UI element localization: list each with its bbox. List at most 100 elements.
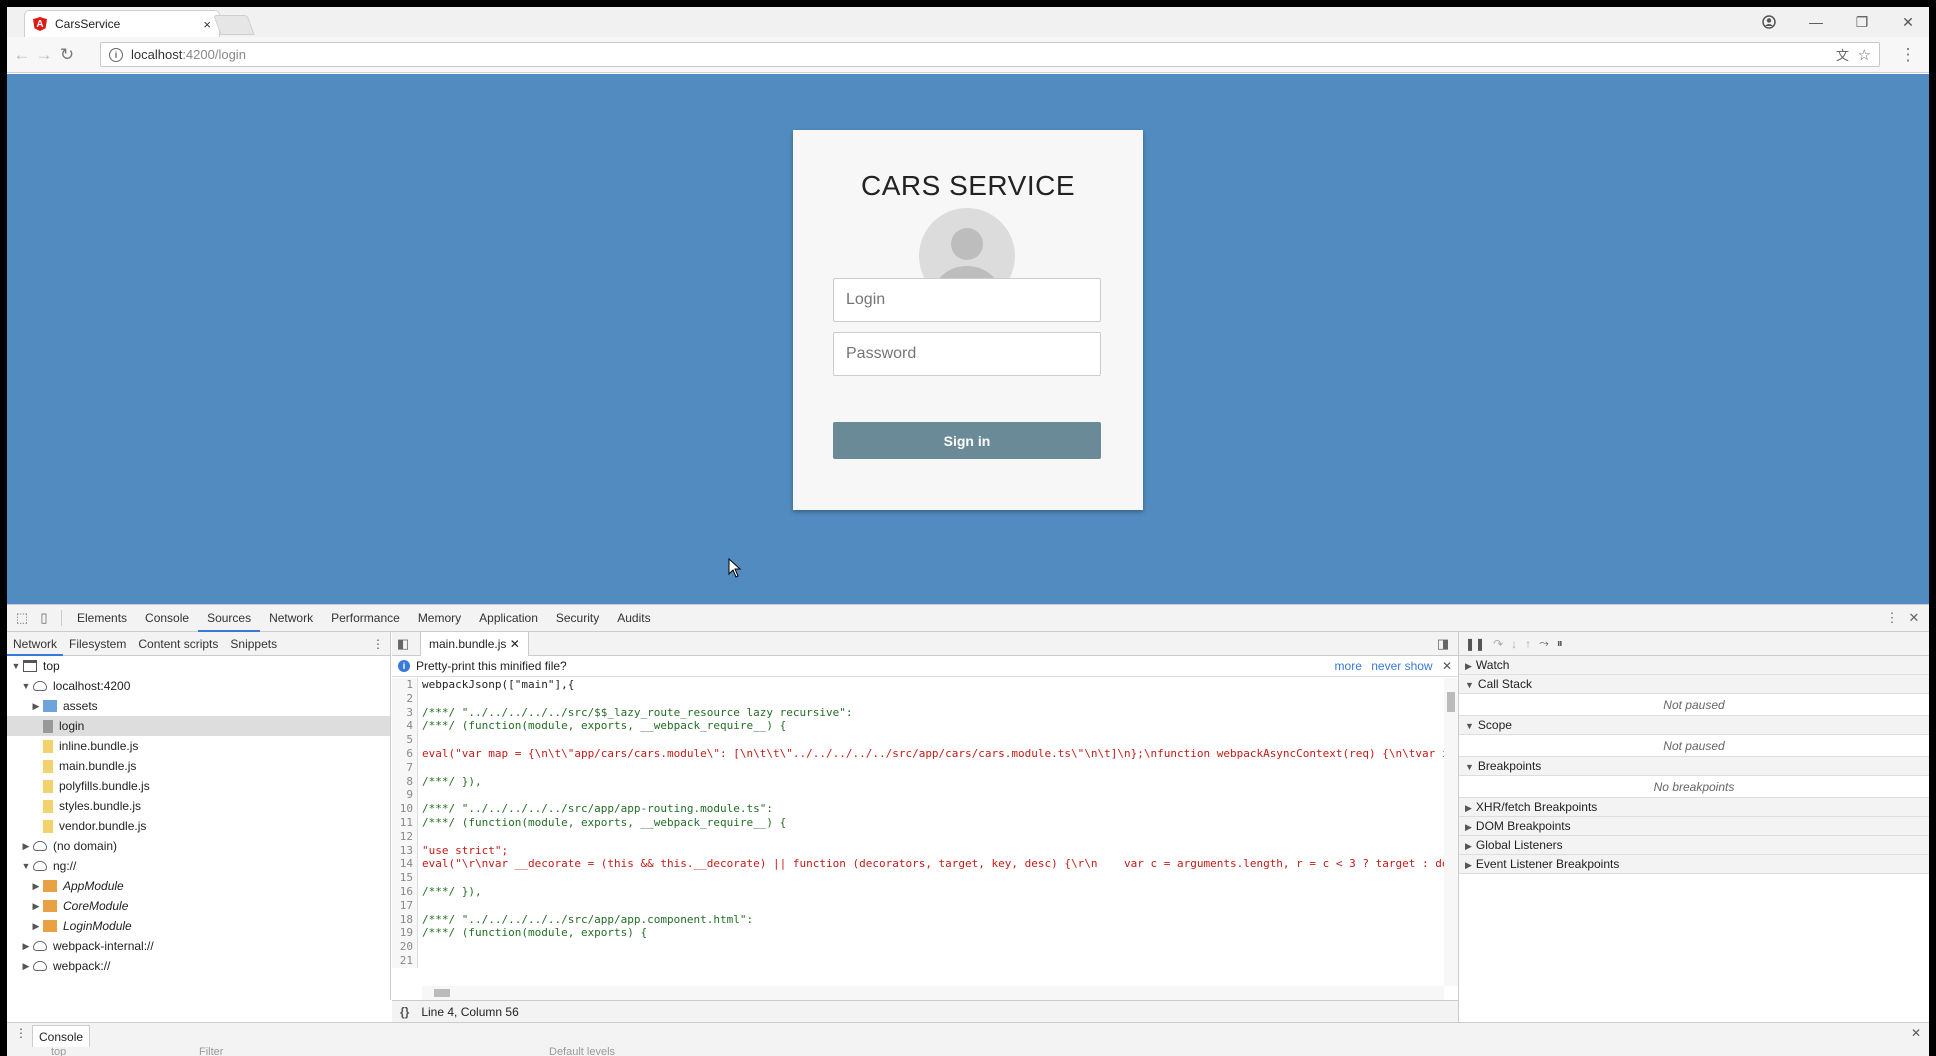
line-number[interactable]: 16 bbox=[392, 884, 418, 899]
code-line[interactable]: 10 /***/ "../../../../../src/app/app-rout… bbox=[392, 802, 1444, 816]
event-listener-breakpoints-section[interactable]: ▶ Event Listener Breakpoints bbox=[1459, 855, 1929, 874]
line-number[interactable]: 1 bbox=[392, 678, 418, 692]
code-line[interactable]: 13 "use strict"; bbox=[392, 843, 1444, 858]
devtools-tab-performance[interactable]: Performance bbox=[322, 605, 409, 632]
code-line[interactable]: 20 bbox=[392, 940, 1444, 954]
navigator-tab-content-scripts[interactable]: Content scripts bbox=[132, 637, 224, 651]
tree-item[interactable]: ▶ (no domain) bbox=[7, 836, 390, 856]
scope-section[interactable]: ▼ Scope bbox=[1459, 716, 1929, 735]
line-number[interactable]: 8 bbox=[392, 774, 418, 789]
line-number[interactable]: 7 bbox=[392, 760, 418, 775]
code-line[interactable]: 6 eval("var map = {\n\t\"app/cars/cars.mo… bbox=[392, 746, 1444, 761]
minimize-icon[interactable]: — bbox=[1798, 7, 1834, 37]
devtools-tab-security[interactable]: Security bbox=[547, 605, 608, 632]
devtools-menu-icon[interactable]: ⋮ bbox=[1881, 607, 1903, 629]
code-line[interactable]: 11 /***/ (function(module, exports, __web… bbox=[392, 815, 1444, 830]
drawer-close-icon[interactable]: ✕ bbox=[1911, 1026, 1921, 1040]
inspect-element-icon[interactable]: ⬚ bbox=[11, 607, 33, 629]
tab-close-icon[interactable]: × bbox=[203, 17, 211, 32]
code-line[interactable]: 18 /***/ "../../../../../src/app/app.comp… bbox=[392, 912, 1444, 927]
line-number[interactable]: 14 bbox=[392, 857, 418, 872]
code-line[interactable]: 7 bbox=[392, 760, 1444, 775]
tree-toggle-icon[interactable]: ▶ bbox=[31, 881, 41, 892]
toggle-debugger-icon[interactable]: ◨ bbox=[1432, 633, 1454, 655]
console-context[interactable]: top bbox=[51, 1046, 66, 1056]
code-line[interactable]: 3 /***/ "../../../../../src/$$_lazy_route… bbox=[392, 705, 1444, 720]
tree-toggle-icon[interactable]: ▶ bbox=[31, 901, 41, 912]
drawer-menu-icon[interactable]: ⋮ bbox=[15, 1026, 27, 1040]
line-number[interactable]: 15 bbox=[392, 871, 418, 885]
line-number[interactable]: 13 bbox=[392, 843, 418, 858]
infobar-close-icon[interactable]: ✕ bbox=[1442, 659, 1452, 673]
site-info-icon[interactable]: i bbox=[109, 47, 123, 62]
pretty-print-icon[interactable]: {} bbox=[400, 1005, 409, 1019]
code-line[interactable]: 4 /***/ (function(module, exports, __webp… bbox=[392, 719, 1444, 734]
translate-icon[interactable]: ⽂ bbox=[1836, 45, 1849, 64]
browser-tab[interactable]: A CarsService × bbox=[24, 10, 220, 37]
bookmark-star-icon[interactable]: ☆ bbox=[1858, 46, 1871, 64]
call-stack-section[interactable]: ▼ Call Stack bbox=[1459, 675, 1929, 694]
devtools-close-icon[interactable]: ✕ bbox=[1903, 607, 1925, 629]
line-number[interactable]: 4 bbox=[392, 719, 418, 734]
tree-toggle-icon[interactable]: ▶ bbox=[31, 701, 41, 712]
line-number[interactable]: 2 bbox=[392, 691, 418, 706]
breakpoints-section[interactable]: ▼ Breakpoints bbox=[1459, 757, 1929, 776]
tree-item[interactable]: vendor.bundle.js bbox=[7, 816, 390, 836]
code-line[interactable]: 1 webpackJsonp(["main"],{ bbox=[392, 678, 1444, 692]
new-tab-button[interactable] bbox=[213, 15, 255, 35]
tree-item[interactable]: ▶ webpack-internal:// bbox=[7, 936, 390, 956]
navigator-menu-icon[interactable]: ⋮ bbox=[366, 637, 390, 651]
tree-item[interactable]: ▶ AppModule bbox=[7, 876, 390, 896]
line-number[interactable]: 5 bbox=[392, 733, 418, 747]
code-line[interactable]: 8 /***/ }), bbox=[392, 774, 1444, 789]
dom-breakpoints-section[interactable]: ▶ DOM Breakpoints bbox=[1459, 817, 1929, 836]
device-toolbar-icon[interactable]: ▯ bbox=[33, 607, 55, 629]
navigator-tab-network[interactable]: Network bbox=[7, 632, 64, 656]
tree-toggle-icon[interactable]: ▼ bbox=[21, 681, 31, 691]
line-number[interactable]: 10 bbox=[392, 802, 418, 816]
tree-item[interactable]: ▼ localhost:4200 bbox=[7, 676, 390, 696]
code-lines[interactable]: 1 webpackJsonp(["main"],{2 3 /***/ "../../.… bbox=[392, 678, 1444, 986]
code-line[interactable]: 5 bbox=[392, 733, 1444, 747]
password-input[interactable] bbox=[833, 332, 1101, 376]
reload-icon[interactable]: ↻ bbox=[56, 44, 78, 66]
line-number[interactable]: 11 bbox=[392, 815, 418, 830]
xhr-breakpoints-section[interactable]: ▶ XHR/fetch Breakpoints bbox=[1459, 798, 1929, 817]
code-line[interactable]: 12 bbox=[392, 829, 1444, 844]
line-number[interactable]: 9 bbox=[392, 788, 418, 803]
global-listeners-section[interactable]: ▶ Global Listeners bbox=[1459, 836, 1929, 855]
devtools-tab-memory[interactable]: Memory bbox=[409, 605, 470, 632]
tree-item[interactable]: styles.bundle.js bbox=[7, 796, 390, 816]
code-line[interactable]: 19 /***/ (function(module, exports) { bbox=[392, 926, 1444, 941]
code-line[interactable]: 15 bbox=[392, 871, 1444, 885]
console-filter[interactable]: Filter bbox=[199, 1046, 223, 1056]
sign-in-button[interactable]: Sign in bbox=[833, 422, 1101, 459]
tree-item[interactable]: polyfills.bundle.js bbox=[7, 776, 390, 796]
restore-icon[interactable]: ❐ bbox=[1844, 7, 1880, 37]
console-levels[interactable]: Default levels bbox=[549, 1046, 615, 1056]
tree-toggle-icon[interactable]: ▶ bbox=[21, 841, 31, 852]
menu-kebab-icon[interactable]: ⋮ bbox=[1897, 44, 1919, 66]
infobar-never-show-link[interactable]: never show bbox=[1371, 659, 1432, 673]
devtools-tab-application[interactable]: Application bbox=[470, 605, 547, 632]
tree-item[interactable]: ▼ top bbox=[7, 656, 390, 676]
tree-item[interactable]: ▶ assets bbox=[7, 696, 390, 716]
code-line[interactable]: 9 bbox=[392, 788, 1444, 803]
devtools-tab-audits[interactable]: Audits bbox=[608, 605, 659, 632]
code-line[interactable]: 16 /***/ }), bbox=[392, 884, 1444, 899]
line-number[interactable]: 18 bbox=[392, 912, 418, 927]
line-number[interactable]: 12 bbox=[392, 829, 418, 844]
horizontal-scrollbar[interactable] bbox=[422, 986, 1444, 1000]
infobar-more-link[interactable]: more bbox=[1335, 659, 1362, 673]
line-number[interactable]: 19 bbox=[392, 926, 418, 941]
tree-item[interactable]: ▶ webpack:// bbox=[7, 956, 390, 976]
step-out-icon[interactable]: ↑ bbox=[1525, 637, 1531, 651]
back-icon[interactable]: ← bbox=[11, 44, 33, 66]
deactivate-breakpoints-icon[interactable]: ⤳ bbox=[1539, 636, 1549, 651]
step-into-icon[interactable]: ↓ bbox=[1511, 637, 1517, 651]
address-bar[interactable]: i localhost:4200/login ⽂ ☆ bbox=[100, 42, 1880, 67]
code-line[interactable]: 14 eval("\r\nvar __decorate = (this && th… bbox=[392, 857, 1444, 872]
tree-item[interactable]: ▶ CoreModule bbox=[7, 896, 390, 916]
profile-icon[interactable] bbox=[1751, 7, 1787, 37]
login-input[interactable] bbox=[833, 278, 1101, 322]
